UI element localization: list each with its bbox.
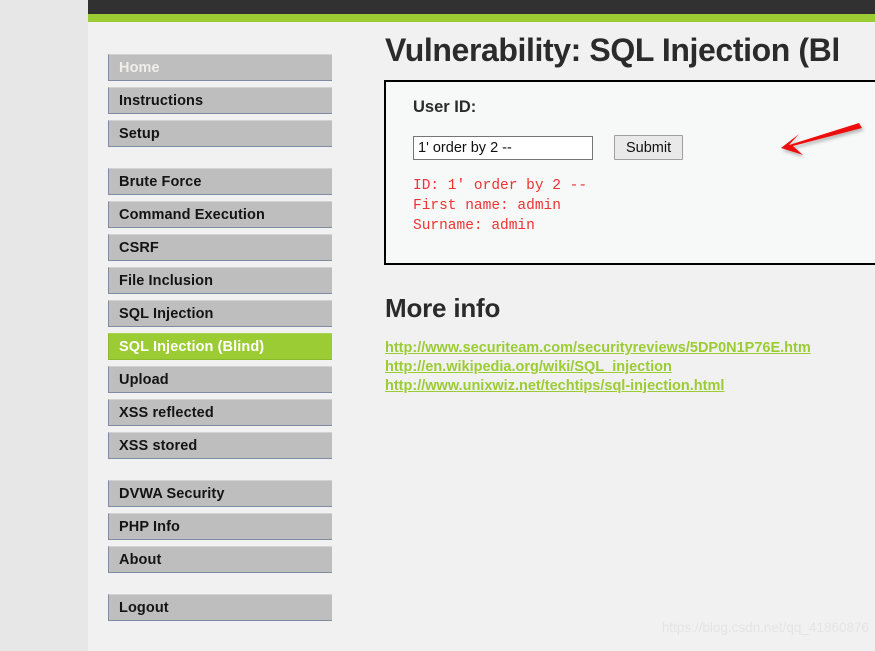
- sidebar-item-xss-reflected[interactable]: XSS reflected: [108, 399, 332, 426]
- main-content: Vulnerability: SQL Injection (Bl User ID…: [384, 28, 875, 396]
- sidebar-item-php-info[interactable]: PHP Info: [108, 513, 332, 540]
- browser-page: Home Instructions Setup Brute Force Command …: [88, 0, 875, 651]
- sidebar-item-instructions[interactable]: Instructions: [108, 87, 332, 114]
- top-green-accent-bar: [88, 14, 875, 22]
- page-title: Vulnerability: SQL Injection (Bl: [385, 32, 840, 68]
- submit-button[interactable]: Submit: [614, 135, 684, 160]
- more-info-heading: More info: [385, 293, 501, 323]
- more-info-link[interactable]: http://www.unixwiz.net/techtips/sql-inje…: [385, 377, 875, 396]
- sidebar-group: DVWA Security PHP Info About: [108, 480, 348, 573]
- sidebar-item-brute-force[interactable]: Brute Force: [108, 168, 332, 195]
- more-info-link[interactable]: http://www.securiteam.com/securityreview…: [385, 339, 875, 358]
- sql-injection-result: ID: 1' order by 2 -- First name: admin S…: [413, 178, 588, 234]
- sidebar-item-command-execution[interactable]: Command Execution: [108, 201, 332, 228]
- sidebar-item-csrf[interactable]: CSRF: [108, 234, 332, 261]
- sidebar-item-xss-stored[interactable]: XSS stored: [108, 432, 332, 459]
- sidebar-item-about[interactable]: About: [108, 546, 332, 573]
- user-id-input[interactable]: [413, 135, 593, 160]
- sidebar-item-upload[interactable]: Upload: [108, 366, 332, 393]
- sidebar-item-sql-injection[interactable]: SQL Injection: [108, 300, 332, 327]
- sidebar-item-logout[interactable]: Logout: [108, 594, 332, 621]
- vulnerability-form-box: User ID: Submit ID: 1' order by 2 -- Fir…: [384, 80, 875, 265]
- sidebar-item-sql-injection-blind[interactable]: SQL Injection (Blind): [108, 333, 332, 360]
- sidebar-item-home: Home: [108, 54, 332, 81]
- sidebar-item-file-inclusion[interactable]: File Inclusion: [108, 267, 332, 294]
- top-dark-banner: [88, 0, 875, 14]
- sidebar-navigation: Home Instructions Setup Brute Force Command …: [108, 54, 348, 621]
- sidebar-item-setup[interactable]: Setup: [108, 120, 332, 147]
- sidebar-group: Brute Force Command Execution CSRF File Inc…: [108, 168, 348, 459]
- user-id-form-row: Submit: [413, 135, 875, 160]
- more-info-link-list: http://www.securiteam.com/securityreview…: [384, 339, 875, 396]
- csdn-watermark: https://blog.csdn.net/qq_41860876: [661, 620, 869, 635]
- sidebar-group: Logout: [108, 594, 348, 621]
- sidebar-item-dvwa-security[interactable]: DVWA Security: [108, 480, 332, 507]
- user-id-label: User ID:: [413, 98, 477, 116]
- sidebar-group: Home Instructions Setup: [108, 54, 348, 147]
- more-info-link[interactable]: http://en.wikipedia.org/wiki/SQL_injecti…: [385, 358, 875, 377]
